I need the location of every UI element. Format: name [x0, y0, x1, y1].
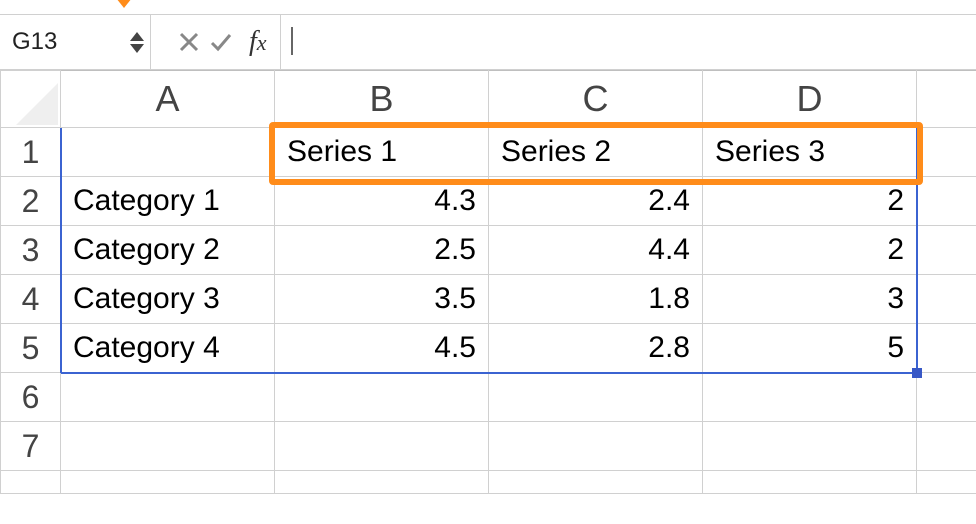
cancel-formula-button[interactable] — [173, 26, 205, 58]
formula-bar: fx — [0, 14, 976, 70]
col-header-next[interactable] — [917, 71, 976, 128]
cell-B3[interactable]: 2.5 — [275, 226, 489, 275]
accept-formula-button[interactable] — [205, 26, 237, 58]
formula-controls: fx — [151, 15, 281, 69]
row-header-5[interactable]: 5 — [1, 324, 61, 373]
col-header-C[interactable]: C — [489, 71, 703, 128]
name-box-up-icon[interactable] — [130, 32, 144, 41]
cell-C6[interactable] — [489, 373, 703, 422]
cell-E1[interactable] — [917, 128, 976, 177]
cell-A4[interactable]: Category 3 — [61, 275, 275, 324]
cell-D7[interactable] — [703, 422, 917, 471]
x-icon — [177, 30, 201, 54]
cell-E6[interactable] — [917, 373, 976, 422]
name-box[interactable] — [10, 27, 94, 57]
cell-B1[interactable]: Series 1 — [275, 128, 489, 177]
column-marker-arrow — [116, 0, 132, 8]
cell-E2[interactable] — [917, 177, 976, 226]
cell-C2[interactable]: 2.4 — [489, 177, 703, 226]
cell-D4[interactable]: 3 — [703, 275, 917, 324]
row-header-4[interactable]: 4 — [1, 275, 61, 324]
cell-B4[interactable]: 3.5 — [275, 275, 489, 324]
fx-x: x — [257, 30, 266, 55]
cell-D5[interactable]: 5 — [703, 324, 917, 373]
cell-E3[interactable] — [917, 226, 976, 275]
cell-A2[interactable]: Category 1 — [61, 177, 275, 226]
col-header-D[interactable]: D — [703, 71, 917, 128]
cell-C7[interactable] — [489, 422, 703, 471]
name-box-container — [0, 15, 151, 69]
check-icon — [209, 30, 233, 54]
cell-C8[interactable] — [489, 471, 703, 494]
cell-C5[interactable]: 2.8 — [489, 324, 703, 373]
formula-cursor — [291, 27, 293, 55]
cell-E8[interactable] — [917, 471, 976, 494]
cell-D1[interactable]: Series 3 — [703, 128, 917, 177]
cell-B8[interactable] — [275, 471, 489, 494]
name-box-down-icon[interactable] — [130, 44, 144, 53]
cell-E4[interactable] — [917, 275, 976, 324]
cell-A6[interactable] — [61, 373, 275, 422]
cell-E7[interactable] — [917, 422, 976, 471]
col-header-A[interactable]: A — [61, 71, 275, 128]
cell-B6[interactable] — [275, 373, 489, 422]
cell-D8[interactable] — [703, 471, 917, 494]
cell-A1[interactable] — [61, 128, 275, 177]
cell-B5[interactable]: 4.5 — [275, 324, 489, 373]
cell-A3[interactable]: Category 2 — [61, 226, 275, 275]
row-header-8-partial[interactable] — [1, 471, 61, 494]
fx-f: f — [249, 26, 257, 57]
cell-D2[interactable]: 2 — [703, 177, 917, 226]
cell-A7[interactable] — [61, 422, 275, 471]
row-header-2[interactable]: 2 — [1, 177, 61, 226]
col-header-B[interactable]: B — [275, 71, 489, 128]
row-header-7[interactable]: 7 — [1, 422, 61, 471]
cell-D3[interactable]: 2 — [703, 226, 917, 275]
row-header-6[interactable]: 6 — [1, 373, 61, 422]
cell-C3[interactable]: 4.4 — [489, 226, 703, 275]
row-header-3[interactable]: 3 — [1, 226, 61, 275]
cell-C1[interactable]: Series 2 — [489, 128, 703, 177]
name-box-spinners — [130, 32, 144, 53]
select-all-corner[interactable] — [1, 71, 61, 128]
cell-C4[interactable]: 1.8 — [489, 275, 703, 324]
row-header-1[interactable]: 1 — [1, 128, 61, 177]
cell-D6[interactable] — [703, 373, 917, 422]
cell-B2[interactable]: 4.3 — [275, 177, 489, 226]
cell-B7[interactable] — [275, 422, 489, 471]
spreadsheet-grid: A B C D 1 Series 1 Series 2 Series 3 2 C… — [0, 70, 976, 494]
formula-input[interactable] — [281, 15, 976, 69]
fx-label[interactable]: fx — [249, 26, 266, 58]
cell-A8[interactable] — [61, 471, 275, 494]
cell-A5[interactable]: Category 4 — [61, 324, 275, 373]
cell-E5[interactable] — [917, 324, 976, 373]
